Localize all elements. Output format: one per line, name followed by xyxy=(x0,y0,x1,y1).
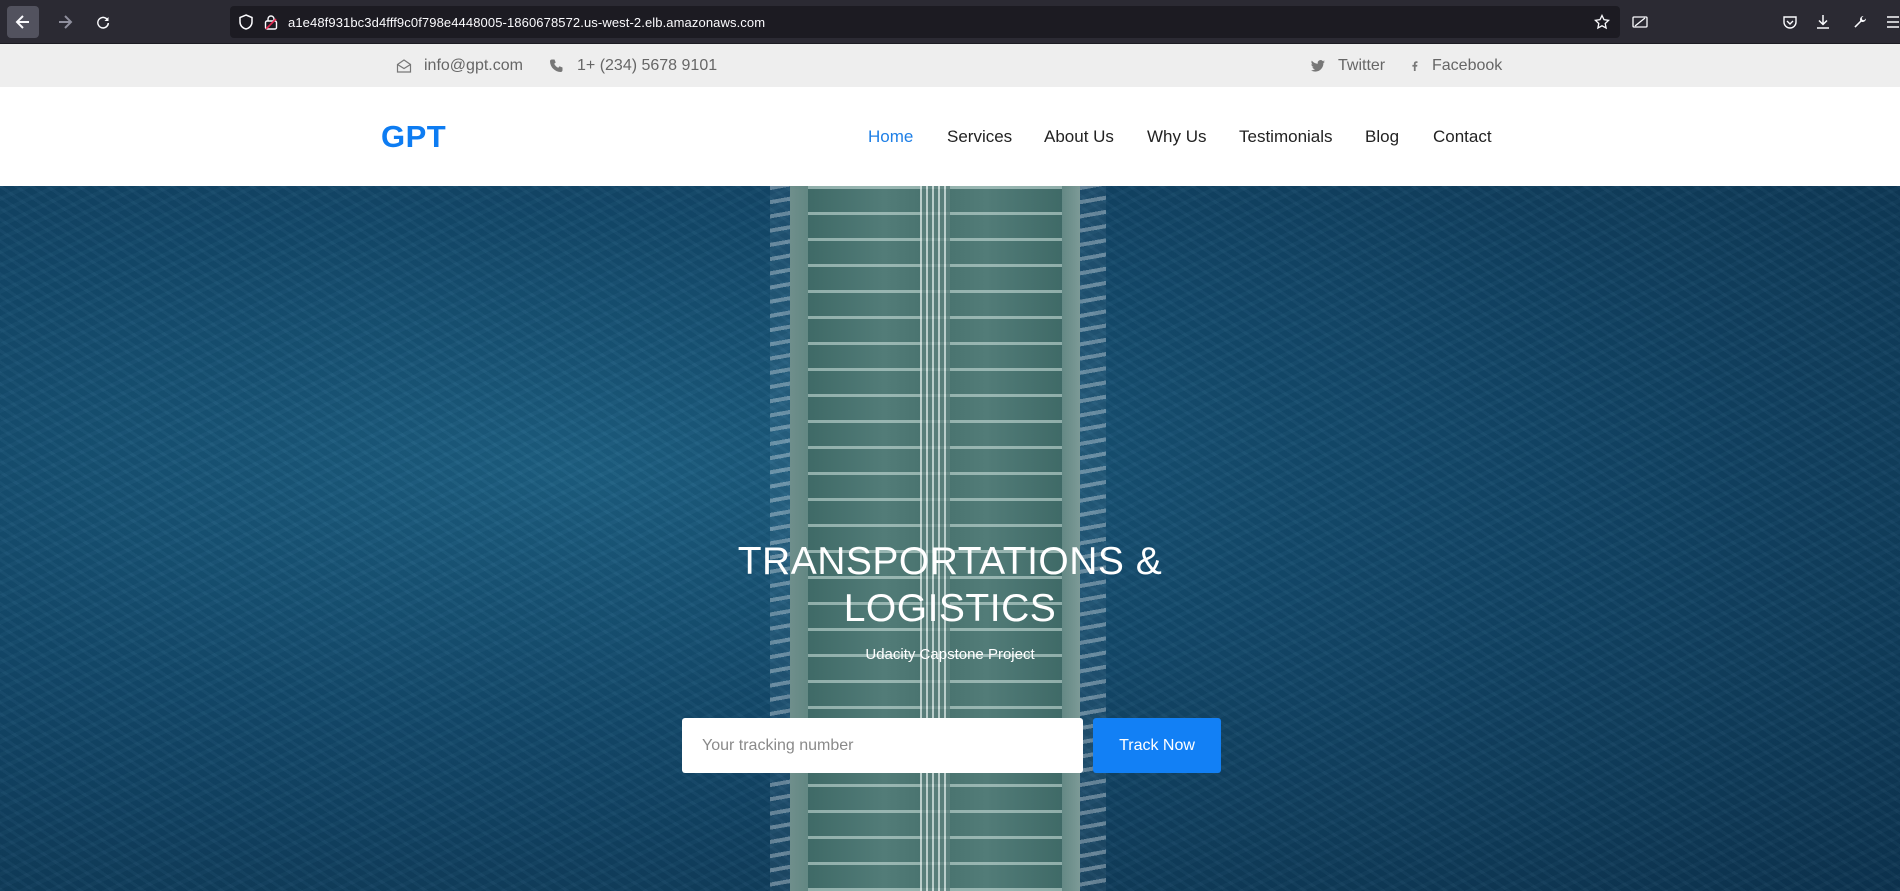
site-header: GPT Home Services About Us Why Us Testim… xyxy=(0,87,1900,186)
nav-contact[interactable]: Contact xyxy=(1433,87,1492,186)
nav-testimonials[interactable]: Testimonials xyxy=(1239,87,1333,186)
hero-title-line: LOGISTICS xyxy=(843,587,1057,630)
facebook-text[interactable]: Facebook xyxy=(1432,57,1502,75)
nav-services[interactable]: Services xyxy=(947,87,1012,186)
nav-about-us[interactable]: About Us xyxy=(1044,87,1114,186)
lock-icon[interactable] xyxy=(264,14,278,30)
hero-subtitle: Udacity Capstone Project xyxy=(865,646,1035,663)
twitter-text[interactable]: Twitter xyxy=(1338,57,1385,75)
picture-in-picture-icon[interactable] xyxy=(1632,14,1648,30)
hero-title: TRANSPORTATIONS & LOGISTICS xyxy=(0,538,1900,632)
browser-toolbar: a1e48f931bc3d4fff9c0f798e4448005-1860678… xyxy=(0,0,1900,44)
email-text[interactable]: info@gpt.com xyxy=(424,57,523,75)
tracking-number-input[interactable] xyxy=(682,718,1083,773)
download-icon[interactable] xyxy=(1815,14,1831,30)
facebook-link[interactable]: Facebook xyxy=(1410,44,1502,87)
top-info-bar: info@gpt.com 1+ (234) 5678 9101 Twitter … xyxy=(0,44,1900,87)
arrow-left-icon xyxy=(15,14,29,29)
hero-section: TRANSPORTATIONS & LOGISTICS Udacity Caps… xyxy=(0,186,1900,891)
twitter-icon xyxy=(1310,59,1325,72)
wrench-icon[interactable] xyxy=(1852,14,1868,30)
phone-text[interactable]: 1+ (234) 5678 9101 xyxy=(577,57,717,75)
reload-button[interactable] xyxy=(87,6,119,38)
address-bar[interactable]: a1e48f931bc3d4fff9c0f798e4448005-1860678… xyxy=(230,6,1620,38)
arrow-right-icon xyxy=(59,14,73,29)
envelope-icon xyxy=(396,58,412,73)
back-button[interactable] xyxy=(7,5,39,38)
shield-icon[interactable] xyxy=(238,14,254,30)
pocket-icon[interactable] xyxy=(1782,14,1798,30)
hero-title-line: TRANSPORTATIONS & xyxy=(737,540,1163,583)
nav-home[interactable]: Home xyxy=(868,87,913,186)
phone-icon xyxy=(550,59,563,72)
facebook-icon xyxy=(1412,60,1418,71)
nav-why-us[interactable]: Why Us xyxy=(1147,87,1207,186)
phone-contact[interactable]: 1+ (234) 5678 9101 xyxy=(549,44,717,87)
site-logo[interactable]: GPT xyxy=(381,87,446,186)
track-now-button[interactable]: Track Now xyxy=(1093,718,1221,773)
reload-icon xyxy=(97,16,110,29)
menu-icon[interactable] xyxy=(1886,14,1900,30)
bookmark-star-icon[interactable] xyxy=(1594,14,1610,30)
email-contact[interactable]: info@gpt.com xyxy=(396,44,523,87)
twitter-link[interactable]: Twitter xyxy=(1310,44,1385,87)
forward-button[interactable] xyxy=(49,6,81,38)
nav-blog[interactable]: Blog xyxy=(1365,87,1399,186)
url-text[interactable]: a1e48f931bc3d4fff9c0f798e4448005-1860678… xyxy=(288,15,765,30)
